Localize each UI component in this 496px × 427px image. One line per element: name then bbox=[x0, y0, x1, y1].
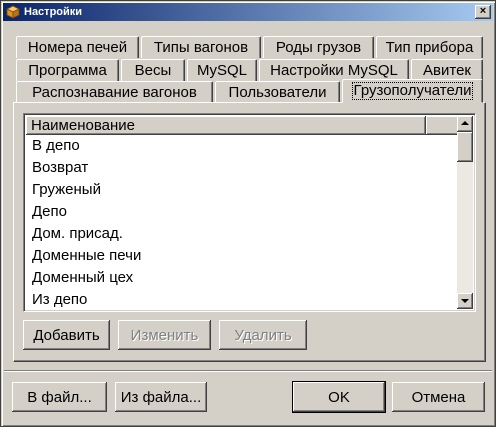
cancel-button[interactable]: Отмена bbox=[392, 382, 485, 412]
close-icon: × bbox=[479, 5, 487, 17]
tab-mysql-settings[interactable]: Настройки MySQL bbox=[259, 59, 409, 81]
title-bar[interactable]: Настройки × bbox=[3, 3, 493, 21]
tab-furnace-numbers[interactable]: Номера печей bbox=[16, 36, 139, 58]
list-item[interactable]: В депо bbox=[26, 135, 461, 157]
footer-divider bbox=[4, 370, 492, 372]
list-item[interactable]: Возврат bbox=[26, 157, 461, 179]
tab-scales[interactable]: Весы bbox=[121, 59, 185, 81]
tab-wagon-types[interactable]: Типы вагонов bbox=[141, 36, 261, 58]
column-header-extra[interactable] bbox=[426, 116, 461, 135]
tab-users[interactable]: Пользователи bbox=[215, 81, 340, 103]
tab-mysql[interactable]: MySQL bbox=[187, 59, 257, 81]
tab-consignees[interactable]: Грузополучатели bbox=[342, 79, 483, 103]
list-item[interactable]: Груженый bbox=[26, 179, 461, 201]
close-button[interactable]: × bbox=[475, 5, 491, 19]
tab-program[interactable]: Программа bbox=[16, 59, 119, 81]
list-rows: В депо Возврат Груженый Депо Дом. присад… bbox=[26, 135, 461, 311]
settings-dialog: Настройки × Номера печей Типы вагонов Ро… bbox=[0, 0, 496, 427]
list-item[interactable]: Дом. присад. bbox=[26, 223, 461, 245]
tab-device-type[interactable]: Тип прибора bbox=[376, 36, 483, 58]
window-title: Настройки bbox=[24, 6, 83, 18]
arrow-up-icon bbox=[461, 121, 469, 125]
package-icon bbox=[6, 5, 20, 19]
ok-button[interactable]: OK bbox=[293, 382, 385, 412]
arrow-down-icon bbox=[461, 299, 469, 303]
add-button[interactable]: Добавить bbox=[23, 320, 110, 350]
list-item[interactable]: Доменный цех bbox=[26, 267, 461, 289]
export-to-file-button[interactable]: В файл... bbox=[12, 382, 107, 412]
list-header: Наименование bbox=[26, 116, 461, 135]
list-item[interactable]: Из депо bbox=[26, 289, 461, 311]
tab-cargo-kinds[interactable]: Роды грузов bbox=[263, 36, 374, 58]
import-from-file-button[interactable]: Из файла... bbox=[115, 382, 207, 412]
edit-button[interactable]: Изменить bbox=[118, 320, 211, 350]
scroll-down-button[interactable] bbox=[457, 293, 473, 309]
delete-button[interactable]: Удалить bbox=[219, 320, 307, 350]
scroll-up-button[interactable] bbox=[457, 116, 473, 132]
tab-avitek[interactable]: Авитек bbox=[411, 59, 483, 81]
column-header-name[interactable]: Наименование bbox=[26, 116, 426, 135]
scroll-thumb[interactable] bbox=[457, 132, 473, 162]
list-item[interactable]: Доменные печи bbox=[26, 245, 461, 267]
consignee-list[interactable]: Наименование В депо Возврат Груженый Деп… bbox=[23, 113, 476, 312]
list-item[interactable]: Депо bbox=[26, 201, 461, 223]
vertical-scrollbar[interactable] bbox=[457, 116, 473, 309]
tab-wagon-recognition[interactable]: Распознавание вагонов bbox=[16, 81, 213, 103]
